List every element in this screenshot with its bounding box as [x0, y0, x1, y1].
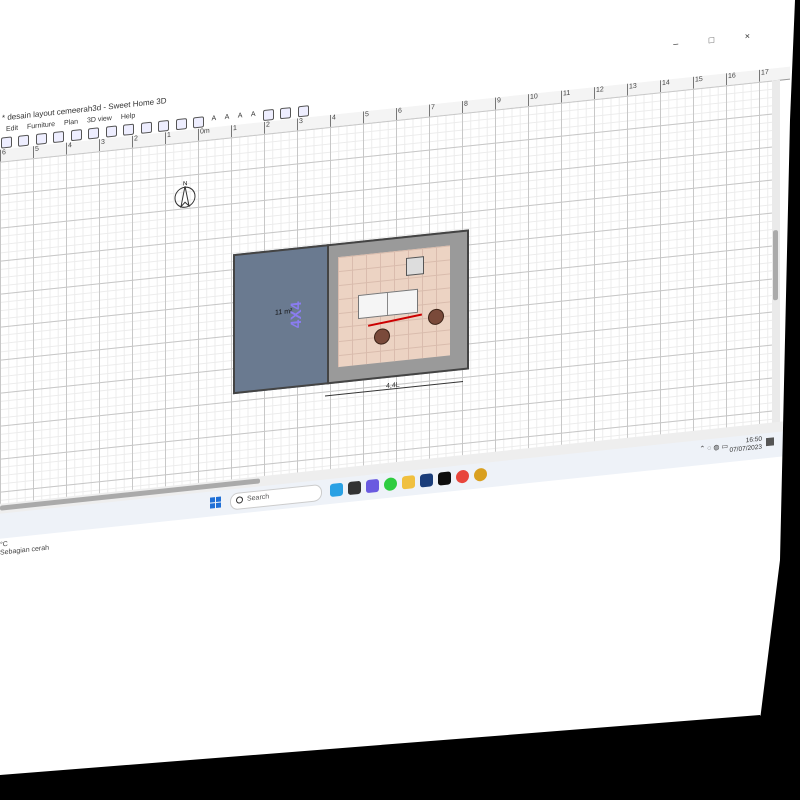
room-left[interactable]: 11 m² 4X4 [233, 244, 329, 395]
weather-temperature: °C [0, 540, 8, 549]
ruler-tick: 6 [0, 149, 6, 162]
ruler-tick: 2 [132, 135, 138, 148]
ruler-tick: 5 [363, 110, 369, 124]
room-right[interactable] [327, 229, 469, 385]
undo-icon[interactable] [70, 129, 82, 142]
ruler-tick: 6 [396, 107, 402, 121]
save-icon[interactable] [35, 132, 47, 145]
text-size-button[interactable]: A [251, 111, 256, 118]
zoom-out-icon[interactable] [280, 107, 292, 120]
ruler-tick: 1 [165, 131, 171, 145]
text-size-button[interactable]: A [211, 115, 216, 122]
notification-icon[interactable] [766, 437, 774, 447]
furniture-table[interactable] [406, 256, 424, 277]
ruler-tick: 1 [231, 124, 237, 138]
room-floor [338, 245, 450, 368]
vertical-scrollbar[interactable] [772, 79, 780, 435]
menu-3d-view[interactable]: 3D view [87, 115, 112, 125]
text-size-button[interactable]: A [225, 114, 230, 121]
ruler-tick: 2 [264, 121, 270, 134]
scrollbar-thumb[interactable] [773, 229, 778, 301]
furniture-chair[interactable] [374, 327, 390, 346]
create-dimensions-icon[interactable] [175, 118, 187, 131]
open-icon[interactable] [18, 134, 30, 147]
dropbox-icon[interactable] [438, 471, 451, 486]
pan-icon[interactable] [123, 123, 135, 136]
ruler-tick: 9 [495, 97, 501, 110]
ruler-tick: 4 [66, 142, 72, 155]
search-placeholder: Search [247, 493, 270, 503]
ruler-tick: 3 [99, 138, 105, 152]
ruler-tick: 8 [462, 100, 468, 114]
taskbar-clock[interactable]: 16:50 07/07/2023 [729, 436, 762, 455]
system-tray-icons[interactable]: ⌃ ◌ ◍ ▭ [699, 442, 728, 453]
add-text-icon[interactable] [192, 116, 204, 129]
whatsapp-icon[interactable] [384, 476, 397, 492]
menu-edit[interactable]: Edit [6, 125, 18, 133]
dimension-label: 4,4L [386, 381, 400, 391]
zoom-in-icon[interactable] [262, 108, 274, 122]
create-walls-icon[interactable] [140, 121, 152, 134]
store-icon[interactable] [420, 473, 433, 488]
file-explorer-icon[interactable] [348, 480, 361, 496]
search-icon [236, 496, 243, 504]
compass-north-label: N [183, 181, 187, 187]
furniture-chair[interactable] [428, 308, 444, 326]
text-size-button[interactable]: A [238, 112, 243, 119]
cut-icon[interactable] [53, 130, 65, 144]
select-icon[interactable] [105, 125, 117, 138]
new-icon[interactable] [1, 136, 12, 149]
ruler-tick: 5 [33, 145, 39, 159]
create-rooms-icon[interactable] [158, 119, 170, 133]
chrome-alt-icon[interactable] [474, 467, 487, 482]
menu-help[interactable]: Help [121, 112, 135, 121]
compass-icon[interactable]: N [170, 179, 200, 212]
furniture-bed[interactable] [358, 288, 418, 320]
ruler-tick: 7 [429, 103, 435, 117]
zoom-icon[interactable] [366, 478, 379, 494]
ruler-tick: 3 [297, 117, 303, 131]
chrome-icon[interactable] [456, 469, 469, 484]
windows-start-icon[interactable] [210, 496, 222, 509]
bing-icon[interactable] [330, 482, 343, 498]
ruler-tick: 11 [561, 89, 571, 103]
folder-icon[interactable] [402, 475, 415, 490]
camera-icon[interactable] [297, 105, 309, 118]
redo-icon[interactable] [88, 127, 100, 140]
room-name-label: 4X4 [288, 300, 305, 330]
minimize-button[interactable]: – [673, 37, 692, 49]
maximize-button[interactable]: □ [709, 33, 728, 45]
monitor-screen: * desain layout cemeerah3d - Sweet Home … [0, 0, 800, 641]
ruler-tick: 4 [330, 114, 336, 128]
menu-plan[interactable]: Plan [64, 118, 78, 126]
close-button[interactable]: × [745, 29, 764, 41]
